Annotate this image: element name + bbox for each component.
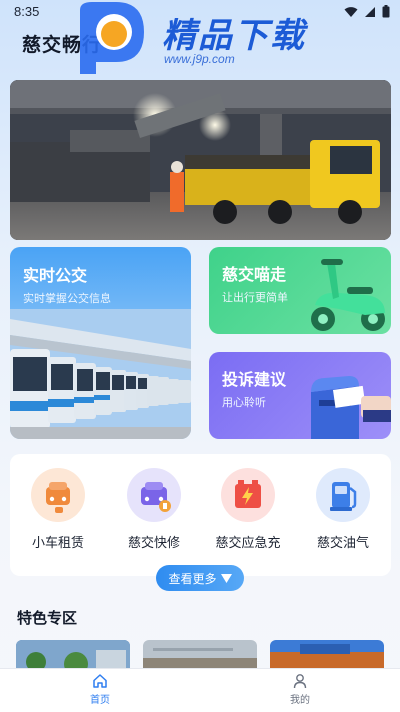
card-title: 投诉建议 [222, 370, 287, 389]
banner-image [10, 80, 391, 240]
watermark-url: www.j9p.com [164, 52, 235, 66]
service-quick-repair[interactable]: 慈交快修 [109, 468, 199, 551]
nav-mine-label: 我的 [290, 695, 310, 706]
gas-station-icon [316, 468, 370, 522]
service-label: 小车租赁 [31, 536, 84, 551]
mailbox-icon [311, 376, 391, 439]
card-cijiao-miaozou[interactable]: 慈交喵走 让出行更简单 [209, 247, 391, 334]
card-subtitle: 实时掌握公交信息 [23, 292, 111, 305]
person-icon [293, 674, 307, 689]
watermark: 精品下载 www.j9p.com [72, 0, 332, 80]
car-repair-icon [127, 468, 181, 522]
card-title: 慈交喵走 [222, 265, 287, 284]
special-item[interactable] [143, 640, 257, 670]
scooter-icon [311, 259, 385, 331]
nav-mine[interactable]: 我的 [260, 673, 340, 706]
emergency-charge-icon [221, 468, 275, 522]
service-label: 慈交应急充 [215, 536, 281, 551]
card-subtitle: 让出行更简单 [222, 291, 288, 304]
home-icon [93, 674, 107, 688]
watermark-brand: 精品下载 [162, 16, 306, 56]
view-more-button[interactable]: 查看更多 [156, 565, 244, 591]
status-time: 8:35 [14, 4, 40, 19]
card-subtitle: 用心聆听 [222, 396, 266, 409]
battery-icon [382, 5, 390, 18]
special-item[interactable] [16, 640, 130, 670]
nav-home[interactable]: 首页 [60, 673, 140, 706]
service-car-rental[interactable]: 小车租赁 [13, 468, 103, 551]
wifi-icon [344, 6, 358, 17]
bottom-nav: 首页 我的 [0, 668, 400, 712]
signal-icon [365, 6, 375, 17]
car-rental-icon [31, 468, 85, 522]
watermark-logo-icon [80, 2, 144, 74]
view-more-label: 查看更多 [168, 571, 217, 586]
status-icons [344, 5, 390, 18]
card-complaint-suggestion[interactable]: 投诉建议 用心聆听 [209, 352, 391, 439]
service-emergency-charge[interactable]: 慈交应急充 [203, 468, 293, 551]
card-realtime-bus[interactable]: 实时公交 实时掌握公交信息 [10, 247, 191, 439]
bus-fleet-image [10, 309, 191, 439]
nav-home-label: 首页 [90, 695, 110, 706]
services-panel: 小车租赁 慈交快修 慈交应急充 慈交油气 [10, 454, 391, 576]
service-label: 慈交油气 [316, 536, 369, 551]
service-gas-station[interactable]: 慈交油气 [298, 468, 388, 551]
service-label: 慈交快修 [127, 536, 180, 551]
triangle-down-icon [220, 573, 232, 583]
special-item-image [143, 640, 257, 670]
banner-carousel[interactable] [10, 80, 391, 240]
special-item-image [270, 640, 384, 670]
card-title: 实时公交 [23, 266, 88, 285]
section-title: 特色专区 [17, 609, 78, 627]
special-item[interactable] [270, 640, 384, 670]
special-item-image [16, 640, 130, 670]
